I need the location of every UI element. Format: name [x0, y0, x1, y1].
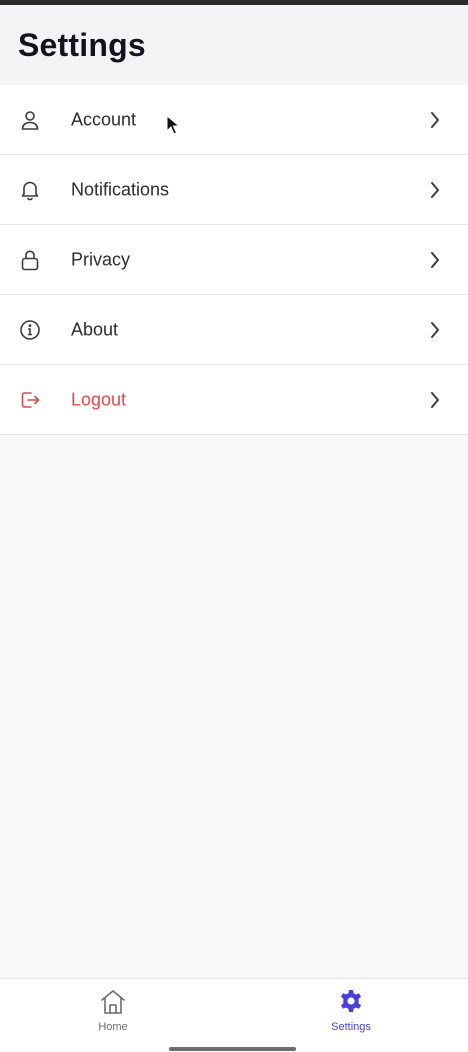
logout-icon — [18, 388, 42, 412]
settings-menu: Account Notifications Privacy About Logo… — [0, 85, 468, 435]
menu-item-about[interactable]: About — [0, 295, 468, 365]
info-icon — [18, 318, 42, 342]
menu-item-label: Account — [71, 109, 137, 129]
nav-settings-tab[interactable]: Settings — [306, 987, 396, 1033]
chevron-right-icon — [431, 111, 439, 128]
menu-item-account[interactable]: Account — [0, 85, 468, 155]
home-indicator[interactable] — [169, 1047, 296, 1051]
header: Settings — [0, 5, 468, 85]
chevron-right-icon — [431, 181, 439, 198]
menu-item-label: Privacy — [71, 249, 131, 269]
menu-item-notifications[interactable]: Notifications — [0, 155, 468, 225]
nav-home-tab[interactable]: Home — [68, 987, 158, 1033]
chevron-right-icon — [431, 251, 439, 268]
page-title: Settings — [18, 27, 146, 63]
menu-item-label: Notifications — [71, 179, 170, 199]
home-icon — [101, 990, 125, 1014]
bell-icon — [18, 178, 42, 202]
menu-item-privacy[interactable]: Privacy — [0, 225, 468, 295]
mouse-pointer-icon — [166, 115, 180, 135]
gear-icon — [341, 990, 361, 1012]
menu-item-label: Logout — [71, 389, 127, 409]
menu-item-label: About — [71, 319, 119, 339]
chevron-right-icon — [431, 321, 439, 338]
chevron-right-icon — [431, 391, 439, 408]
menu-item-logout[interactable]: Logout — [0, 365, 468, 435]
user-icon — [18, 108, 42, 132]
settings-screen: Settings Account Notifications Privacy A… — [0, 0, 468, 1052]
nav-settings-label: Settings — [331, 1021, 371, 1033]
nav-home-label: Home — [98, 1021, 128, 1033]
lock-icon — [18, 248, 42, 272]
bottom-navigation: Home Settings — [0, 978, 468, 1052]
